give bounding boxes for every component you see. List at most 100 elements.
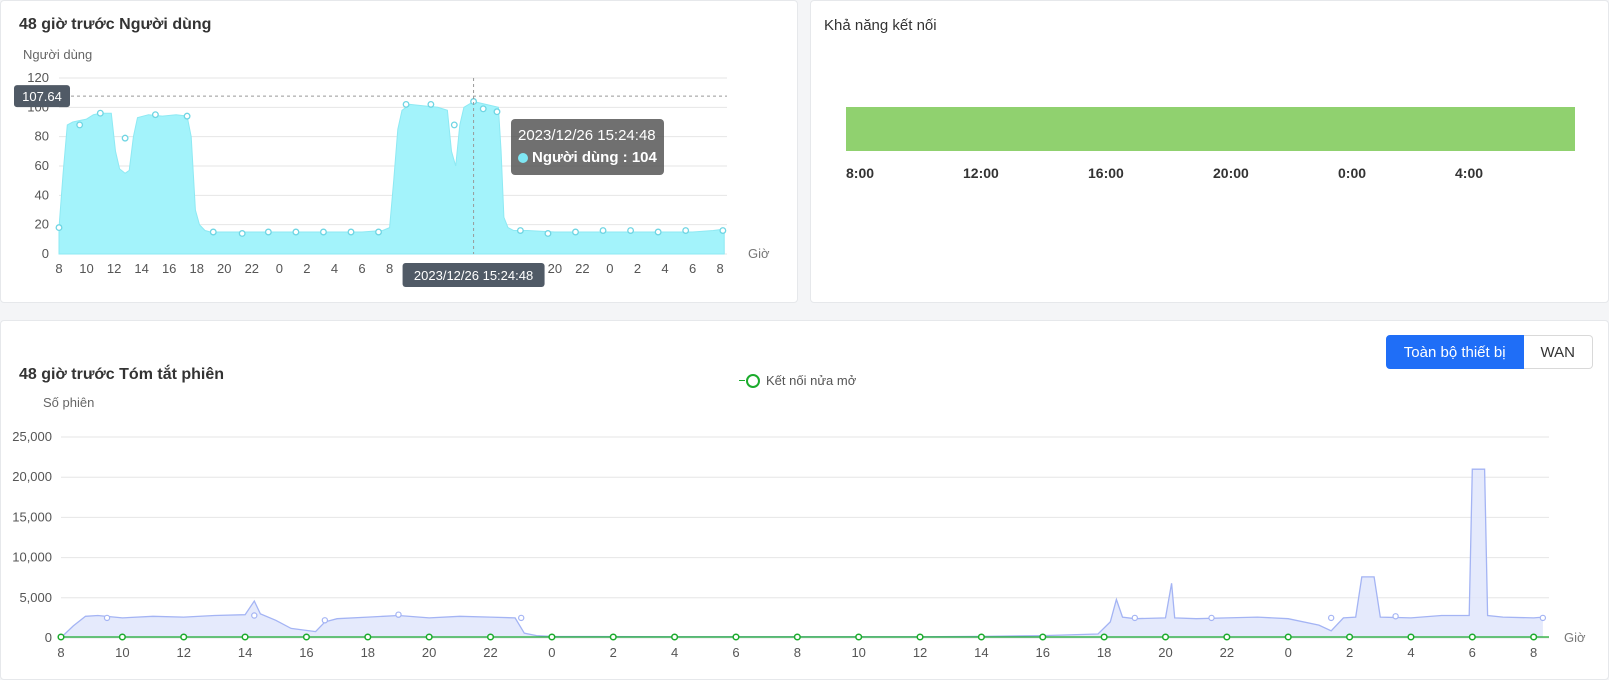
half-open-point [57,633,65,641]
x-tick-label: 22 [1220,645,1234,660]
y-axis-title: Số phiên [43,395,94,410]
y-tick-label: 15,000 [12,509,52,524]
data-point [375,228,382,236]
data-point [427,100,435,108]
tooltip-value: Người dùng : 104 [532,149,657,166]
users-panel: 48 giờ trước Người dùng Người dùng 0 20 40 6… [0,0,798,303]
x-tick-label: 8 [386,261,393,276]
tooltip-time: 2023/12/26 15:24:48 [518,127,656,144]
connectivity-chart[interactable]: 8:00 12:00 16:00 20:00 0:00 4:00 [811,1,1608,302]
session-point [395,611,402,618]
x-tick-label: 14 [974,645,988,660]
x-tick-label: 0 [548,645,555,660]
x-tick-label: 22 [575,261,589,276]
data-point [264,228,272,236]
conn-x-tick-label: 20:00 [1213,165,1249,181]
half-open-point [548,633,556,641]
conn-x-tick-label: 0:00 [1338,165,1366,181]
y-tick-label: 80 [35,129,49,144]
data-point [544,230,552,237]
data-point [96,109,104,117]
session-point [1327,614,1335,622]
half-open-point [1161,633,1170,641]
x-tick-label: 2 [634,261,641,276]
half-open-point [486,633,495,641]
data-point [76,121,84,129]
data-point [183,112,191,120]
y-tick-label: 40 [35,187,49,202]
half-open-point [793,633,801,641]
data-point [121,134,129,142]
x-tick-label: 18 [189,261,203,276]
x-tick-label: 0 [606,261,613,276]
data-point [516,227,524,234]
x-tick-label: 4 [331,261,338,276]
crosshair-time-label: 2023/12/26 15:24:48 [414,268,533,283]
data-point [151,111,159,119]
data-point [479,105,487,113]
session-point [1131,614,1139,622]
y-tick-label: 25,000 [12,429,52,444]
x-tick-label: 18 [1097,645,1111,660]
x-tick-label: 6 [1469,645,1476,660]
y-tick-label: 5,000 [19,590,52,605]
x-tick-label: 2 [303,261,310,276]
x-tick-label: 2 [610,645,617,660]
session-point [1539,614,1547,622]
session-point [321,617,329,624]
half-open-point [241,633,249,641]
x-tick-label: 16 [299,645,313,660]
connectivity-bar [846,107,1575,151]
conn-x-tick-label: 8:00 [846,165,874,181]
sessions-area [61,469,1543,638]
data-point [347,228,355,236]
x-tick-label: 2 [1346,645,1353,660]
y-tick-label: 0 [42,246,49,261]
session-point [1392,613,1399,620]
connectivity-panel: Khả năng kết nối 8:00 12:00 16:00 20:00 0:00… [810,0,1609,303]
data-point [238,230,246,237]
data-point [599,227,607,234]
users-chart[interactable]: Người dùng020406080100120810121416182022… [1,1,797,302]
x-tick-label: 16 [1036,645,1050,660]
data-point [719,227,727,234]
data-point [682,227,690,234]
half-open-point [1407,633,1415,641]
session-point [251,612,258,619]
x-tick-label: 4 [661,261,668,276]
x-tick-label: 12 [913,645,927,660]
session-point [518,614,525,622]
x-tick-label: 6 [358,261,365,276]
data-point [450,121,458,129]
x-tick-label: 12 [107,261,121,276]
half-open-point [1223,633,1231,641]
sessions-chart[interactable]: Số phiên 0 5,000 10,000 15,000 20,000 25,000 8 1… [1,321,1608,679]
x-tick-label: 4 [1407,645,1414,660]
data-point [572,228,579,236]
half-open-point [1468,633,1476,641]
x-tick-label: 6 [732,645,739,660]
half-open-point [977,633,985,641]
x-axis-unit: Giờ [748,246,770,261]
series-dot-icon [518,153,528,163]
conn-x-tick-label: 4:00 [1455,165,1483,181]
x-tick-label: 16 [162,261,176,276]
half-open-point [671,633,679,641]
session-point [103,614,111,622]
session-point [1208,614,1215,622]
half-open-point [1100,633,1108,641]
x-tick-label: 18 [361,645,375,660]
half-open-point [732,633,740,641]
half-open-point [1346,633,1354,641]
conn-x-tick-label: 12:00 [963,165,999,181]
x-axis-unit: Giờ [1564,630,1586,645]
data-point [209,228,217,236]
data-point [319,228,327,236]
crosshair-value-label: 107.64 [22,89,62,104]
half-open-point [180,633,188,641]
tooltip-series-row: Người dùng : 104 [518,147,657,169]
half-open-point [425,633,433,641]
half-open-point [855,633,863,641]
x-tick-label: 12 [176,645,190,660]
data-point [55,224,63,232]
